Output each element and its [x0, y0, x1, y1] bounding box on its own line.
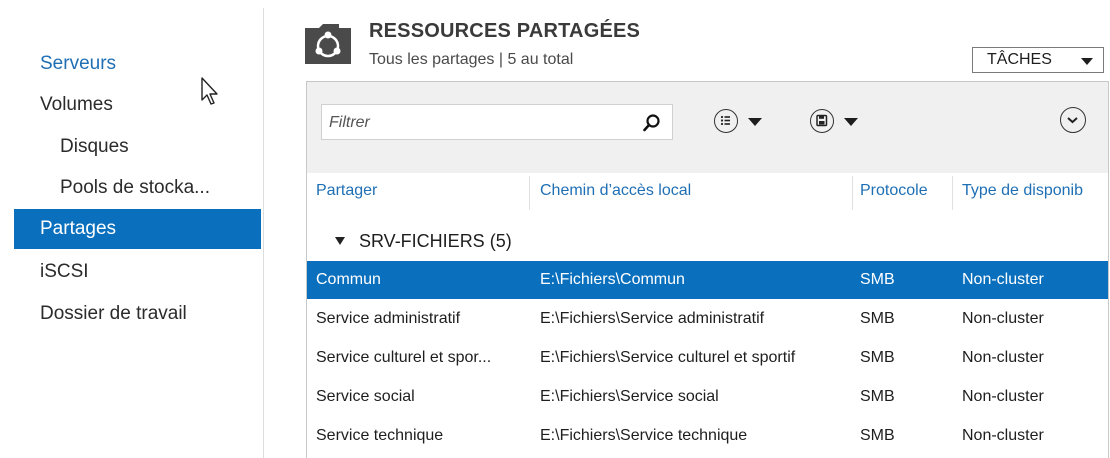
sidebar-divider [263, 8, 264, 458]
column-header-partager[interactable]: Partager [316, 182, 526, 206]
page-title: RESSOURCES PARTAGÉES [369, 20, 641, 42]
cell-share-name: Service culturel et spor... [316, 349, 492, 366]
cell-protocol: SMB [860, 427, 895, 444]
cell-protocol: SMB [860, 388, 895, 405]
cell-protocol: SMB [860, 349, 895, 366]
collapse-triangle-icon[interactable] [335, 237, 345, 245]
cell-share-name: Commun [316, 271, 381, 288]
chevron-down-icon [1081, 58, 1093, 65]
filter-box [321, 104, 673, 141]
tasks-dropdown-button[interactable]: TÂCHES [972, 47, 1104, 73]
shares-panel: Partager Chemin d’accès local Protocole … [306, 81, 1109, 458]
cell-share-name: Service social [316, 388, 415, 405]
table-row[interactable]: Service culturel et spor... E:\Fichiers\… [307, 339, 1108, 377]
filter-input[interactable] [322, 105, 641, 141]
cell-availability: Non-cluster [962, 310, 1044, 327]
cell-availability: Non-cluster [962, 349, 1044, 366]
tasks-label: TÂCHES [987, 51, 1052, 68]
column-separator [852, 176, 853, 210]
sidebar: Serveurs Volumes Disques Pools de stocka… [0, 0, 262, 458]
cell-share-name: Service administratif [316, 310, 461, 327]
group-header-srv-fichiers[interactable]: SRV-FICHIERS (5) [307, 222, 1108, 260]
toolbar [307, 82, 1108, 173]
column-header-protocole[interactable]: Protocole [860, 182, 948, 206]
expand-collapse-button[interactable] [1060, 107, 1086, 133]
column-separator [952, 176, 953, 210]
list-icon [714, 109, 738, 133]
chevron-down-icon [748, 118, 762, 126]
chevron-down-icon [844, 118, 858, 126]
cell-local-path: E:\Fichiers\Commun [540, 271, 685, 288]
save-query-button[interactable] [810, 107, 866, 137]
cell-local-path: E:\Fichiers\Service technique [540, 427, 748, 444]
search-icon[interactable] [642, 113, 662, 133]
sidebar-item-partages[interactable]: Partages [14, 209, 261, 249]
table-row[interactable]: Service administratif E:\Fichiers\Servic… [307, 300, 1108, 338]
column-header-type-disponibilite[interactable]: Type de disponib [962, 182, 1108, 206]
sidebar-item-dossier-de-travail[interactable]: Dossier de travail [14, 294, 261, 334]
cell-protocol: SMB [860, 310, 895, 327]
mouse-cursor-icon [201, 77, 218, 105]
table-row[interactable]: Service social E:\Fichiers\Service socia… [307, 378, 1108, 416]
save-icon [810, 109, 834, 133]
sidebar-item-iscsi[interactable]: iSCSI [14, 252, 261, 292]
sidebar-item-disques[interactable]: Disques [14, 127, 261, 167]
cell-local-path: E:\Fichiers\Service administratif [540, 310, 765, 327]
list-options-button[interactable] [714, 107, 770, 137]
column-header-chemin[interactable]: Chemin d’accès local [540, 182, 850, 206]
table-row[interactable]: Commun E:\Fichiers\Commun SMB Non-cluste… [307, 261, 1108, 299]
cell-availability: Non-cluster [962, 271, 1044, 288]
cell-share-name: Service technique [316, 427, 444, 444]
sidebar-item-pools[interactable]: Pools de stocka... [14, 168, 261, 208]
group-label: SRV-FICHIERS (5) [359, 231, 512, 251]
table-row[interactable]: Service technique E:\Fichiers\Service te… [307, 417, 1108, 455]
cell-local-path: E:\Fichiers\Service culturel et sportif [540, 349, 796, 366]
column-separator [529, 176, 530, 210]
cell-local-path: E:\Fichiers\Service social [540, 388, 719, 405]
page-subtitle: Tous les partages | 5 au total [369, 51, 574, 68]
cell-protocol: SMB [860, 271, 895, 288]
cell-availability: Non-cluster [962, 388, 1044, 405]
chevron-down-icon [1067, 117, 1078, 124]
cell-availability: Non-cluster [962, 427, 1044, 444]
shared-folder-icon [305, 24, 351, 64]
